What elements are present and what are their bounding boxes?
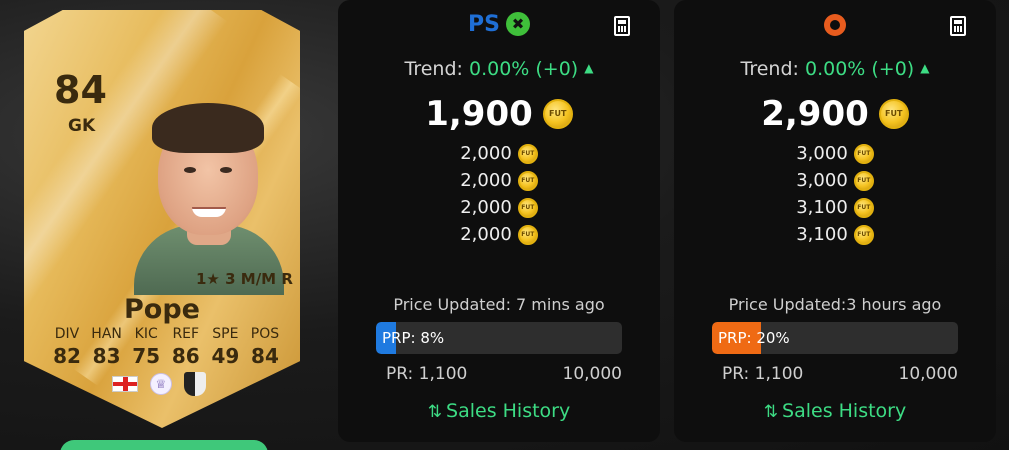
stat-label: REF — [172, 326, 200, 342]
price-value: 2,000 — [460, 170, 512, 191]
prp-progress-bar: PRP: 20% — [712, 322, 958, 354]
sort-arrows-icon: ⇅ — [427, 402, 443, 422]
coin-icon: FUT — [517, 170, 538, 191]
lowest-price-value: 2,900 — [761, 94, 869, 134]
price-value: 3,000 — [796, 143, 848, 164]
card-badges: ♕ — [112, 372, 206, 396]
coin-icon: FUT — [517, 143, 538, 164]
price-value: 2,000 — [460, 224, 512, 245]
origin-icon — [824, 14, 846, 36]
price-range-max: 10,000 — [898, 364, 958, 384]
price-value: 3,100 — [796, 197, 848, 218]
price-value: 3,000 — [796, 170, 848, 191]
stat-value: 86 — [171, 344, 200, 368]
trend-label: Trend: — [740, 58, 799, 80]
stat-labels: DIV HAN KIC REF SPE POS — [48, 326, 284, 342]
price-range-max: 10,000 — [562, 364, 622, 384]
player-rating: 84 — [54, 68, 107, 112]
lowest-price: 2,900 FUT — [674, 94, 996, 134]
price-updated: Price Updated: 7 mins ago — [393, 295, 605, 314]
trend-line: Trend: 0.00% (+0) ▲ — [674, 58, 996, 80]
newcastle-crest-icon — [184, 372, 206, 396]
stat-label: DIV — [54, 326, 80, 342]
coin-icon: FUT — [853, 170, 874, 191]
stat-value: 84 — [251, 344, 279, 368]
platform-icons: 𝗣𝗦 ✖ — [338, 12, 660, 38]
price-range: PR: 1,100 10,000 — [386, 364, 622, 384]
list-item: 2,000 FUT — [338, 140, 660, 167]
coin-icon: FUT — [853, 224, 874, 245]
price-range: PR: 1,100 10,000 — [722, 364, 958, 384]
coin-icon: FUT — [517, 197, 538, 218]
price-value: 3,100 — [796, 224, 848, 245]
player-position: GK — [68, 116, 96, 136]
price-value: 2,000 — [460, 143, 512, 164]
lowest-price: 1,900 FUT — [338, 94, 660, 134]
prp-progress-bar: PRP: 8% — [376, 322, 622, 354]
list-item: 3,100 FUT — [674, 221, 996, 248]
pc-price-panel: Trend: 0.00% (+0) ▲ 2,900 FUT 3,000 FUT 3,… — [674, 0, 996, 442]
stat-label: SPE — [212, 326, 239, 342]
list-item: 2,000 FUT — [338, 194, 660, 221]
coin-icon: FUT — [853, 197, 874, 218]
prp-label: PRP: 8% — [382, 329, 445, 347]
player-card[interactable]: 84 GK 1★ 3 M/M R Pope DIV HAN KIC REF SP… — [24, 10, 300, 428]
price-value: 2,000 — [460, 197, 512, 218]
playstation-icon: 𝗣𝗦 — [468, 12, 500, 37]
list-item: 2,000 FUT — [338, 167, 660, 194]
list-item: 3,000 FUT — [674, 167, 996, 194]
sales-history-label: Sales History — [782, 400, 907, 422]
coin-icon: FUT — [853, 143, 874, 164]
price-list: 3,000 FUT 3,000 FUT 3,100 FUT 3,100 FUT — [674, 140, 996, 248]
england-flag-icon — [112, 376, 138, 392]
trend-value: 0.00% (+0) — [468, 58, 579, 80]
stat-label: KIC — [134, 326, 158, 342]
stat-value: 83 — [92, 344, 121, 368]
prp-label: PRP: 20% — [718, 329, 790, 347]
stat-value: 49 — [211, 344, 240, 368]
coin-icon: FUT — [878, 99, 909, 129]
console-price-panel: 𝗣𝗦 ✖ Trend: 0.00% (+0) ▲ 1,900 FUT 2,000 F… — [338, 0, 660, 442]
card-action-button[interactable] — [60, 440, 268, 450]
sales-history-link[interactable]: ⇅ Sales History — [338, 400, 660, 422]
calculator-icon[interactable] — [950, 16, 966, 36]
list-item: 3,000 FUT — [674, 140, 996, 167]
sales-history-link[interactable]: ⇅ Sales History — [674, 400, 996, 422]
price-range-min: PR: 1,100 — [722, 364, 804, 384]
platform-icons — [674, 12, 996, 36]
skill-weak-foot-workrate: 1★ 3 M/M R — [196, 270, 293, 288]
trend-value: 0.00% (+0) — [804, 58, 915, 80]
stat-values: 82 83 75 86 49 84 — [48, 344, 284, 368]
player-name: Pope — [124, 294, 200, 325]
price-range-min: PR: 1,100 — [386, 364, 468, 384]
trend-label: Trend: — [404, 58, 463, 80]
sales-history-label: Sales History — [446, 400, 571, 422]
trend-up-icon: ▲ — [584, 61, 594, 75]
trend-up-icon: ▲ — [920, 61, 930, 75]
list-item: 3,100 FUT — [674, 194, 996, 221]
price-list: 2,000 FUT 2,000 FUT 2,000 FUT 2,000 FUT — [338, 140, 660, 248]
player-photo — [124, 95, 294, 295]
lowest-price-value: 1,900 — [425, 94, 533, 134]
xbox-icon: ✖ — [505, 12, 530, 36]
stat-label: POS — [250, 326, 280, 342]
price-updated: Price Updated:3 hours ago — [728, 295, 942, 314]
premier-league-icon: ♕ — [150, 373, 172, 395]
list-item: 2,000 FUT — [338, 221, 660, 248]
coin-icon: FUT — [517, 224, 538, 245]
calculator-icon[interactable] — [614, 16, 630, 36]
stat-value: 82 — [53, 344, 81, 368]
stat-label: HAN — [91, 326, 122, 342]
sort-arrows-icon: ⇅ — [763, 402, 779, 422]
trend-line: Trend: 0.00% (+0) ▲ — [338, 58, 660, 80]
coin-icon: FUT — [542, 99, 573, 129]
stat-value: 75 — [132, 344, 161, 368]
